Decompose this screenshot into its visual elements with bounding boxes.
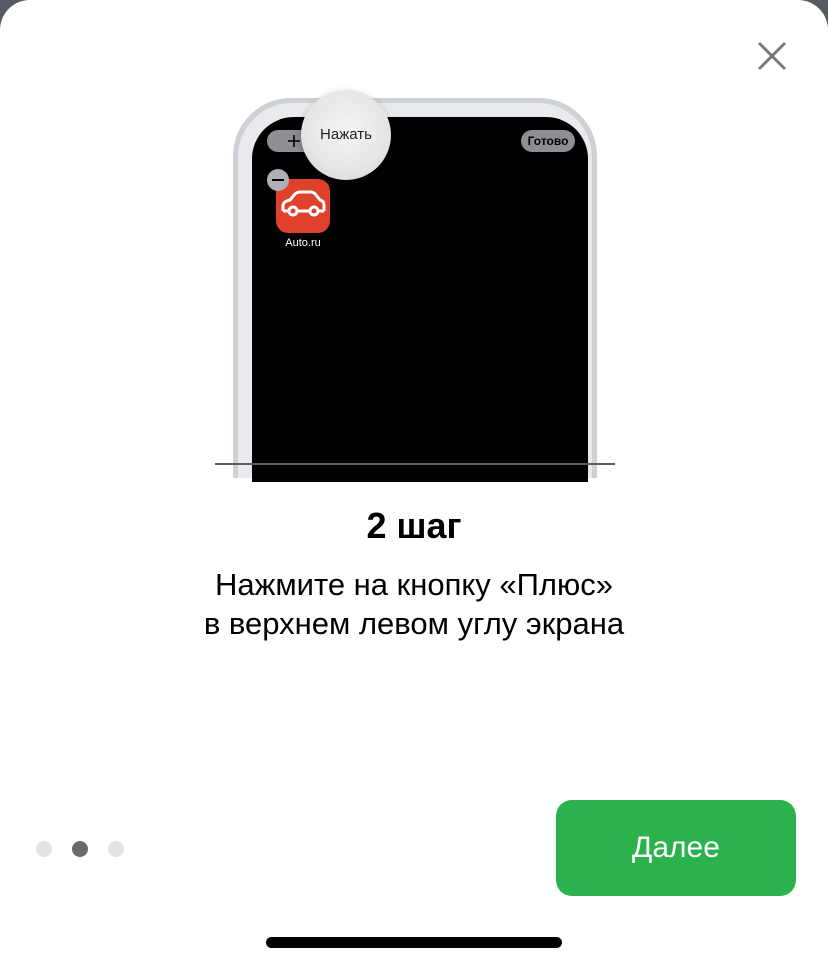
close-button[interactable] <box>744 28 800 84</box>
car-icon <box>281 190 326 217</box>
close-icon <box>758 42 786 70</box>
remove-badge <box>267 169 289 191</box>
onboarding-sheet: Готово Auto.ru Нажать 2 шаг Нажмите на к… <box>0 0 828 964</box>
phone-bezel: Готово Auto.ru <box>238 103 592 482</box>
done-pill: Готово <box>521 130 575 152</box>
step-title: 2 шаг <box>366 505 462 546</box>
page-dot-3 <box>108 841 124 857</box>
next-button[interactable]: Далее <box>556 800 796 896</box>
step-description-line-2: в верхнем левом углу экрана <box>203 606 625 641</box>
press-hint-bubble: Нажать <box>301 90 391 180</box>
page-dot-2 <box>72 841 88 857</box>
phone-screen: Готово Auto.ru <box>252 117 588 482</box>
app-label: Auto.ru <box>285 237 321 249</box>
plus-icon <box>288 135 300 147</box>
home-indicator <box>266 937 562 948</box>
phone-illustration: Готово Auto.ru <box>233 98 597 482</box>
step-description-line-1: Нажмите на кнопку «Плюс» <box>214 567 613 602</box>
page-dot-1 <box>36 841 52 857</box>
illustration-baseline <box>215 463 615 465</box>
step-description: Нажмите на кнопку «Плюс» в верхнем левом… <box>100 565 728 643</box>
